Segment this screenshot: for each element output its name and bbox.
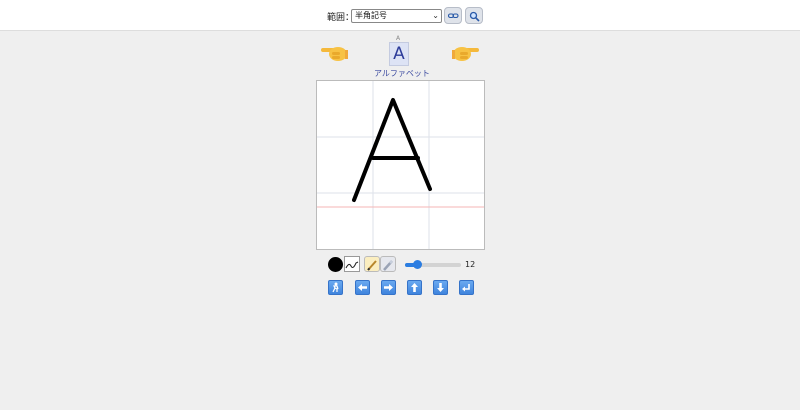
arrow-left-icon xyxy=(358,284,367,291)
handwritten-letter-stroke xyxy=(352,98,432,202)
search-icon xyxy=(469,11,480,22)
eraser-tool-button[interactable] xyxy=(380,256,396,272)
move-right-button[interactable] xyxy=(381,280,396,295)
stroke-style-button[interactable] xyxy=(344,256,360,272)
color-picker-button[interactable] xyxy=(328,257,343,272)
squiggle-line-icon xyxy=(345,261,359,269)
eraser-icon xyxy=(383,260,393,271)
move-left-button[interactable] xyxy=(355,280,370,295)
arrow-right-icon xyxy=(384,284,393,291)
link-button[interactable] xyxy=(444,7,462,24)
undo-icon xyxy=(462,284,470,292)
hand-pointing-right-icon[interactable] xyxy=(452,42,480,64)
pen-size-slider[interactable] xyxy=(405,260,461,269)
character-card[interactable]: A xyxy=(389,42,409,66)
link-icon xyxy=(448,13,459,19)
search-button[interactable] xyxy=(465,7,483,24)
character-category: アルファベット xyxy=(374,69,430,78)
character-small-label: A xyxy=(396,35,401,42)
random-button[interactable] xyxy=(328,280,343,295)
character-large-label: A xyxy=(393,44,405,64)
arrow-down-icon xyxy=(437,283,444,292)
chevron-down-icon: ⌄ xyxy=(432,11,439,20)
move-down-button[interactable] xyxy=(433,280,448,295)
pen-size-slider-thumb[interactable] xyxy=(413,260,422,269)
range-select-value: 半角記号 xyxy=(355,11,387,20)
undo-button[interactable] xyxy=(459,280,474,295)
top-toolbar: 範囲： 半角記号 ⌄ xyxy=(0,0,800,31)
pen-tool-button[interactable] xyxy=(364,256,380,272)
range-label: 範囲： xyxy=(327,13,355,23)
arrow-up-icon xyxy=(411,283,418,292)
pencil-icon xyxy=(367,260,377,271)
person-icon xyxy=(332,282,339,293)
hand-pointing-left-icon[interactable] xyxy=(320,42,348,64)
range-select[interactable]: 半角記号 ⌄ xyxy=(351,9,442,23)
canvas-drawing xyxy=(317,81,484,249)
pen-size-value: 12 xyxy=(465,260,476,269)
drawing-canvas[interactable] xyxy=(316,80,485,250)
move-up-button[interactable] xyxy=(407,280,422,295)
